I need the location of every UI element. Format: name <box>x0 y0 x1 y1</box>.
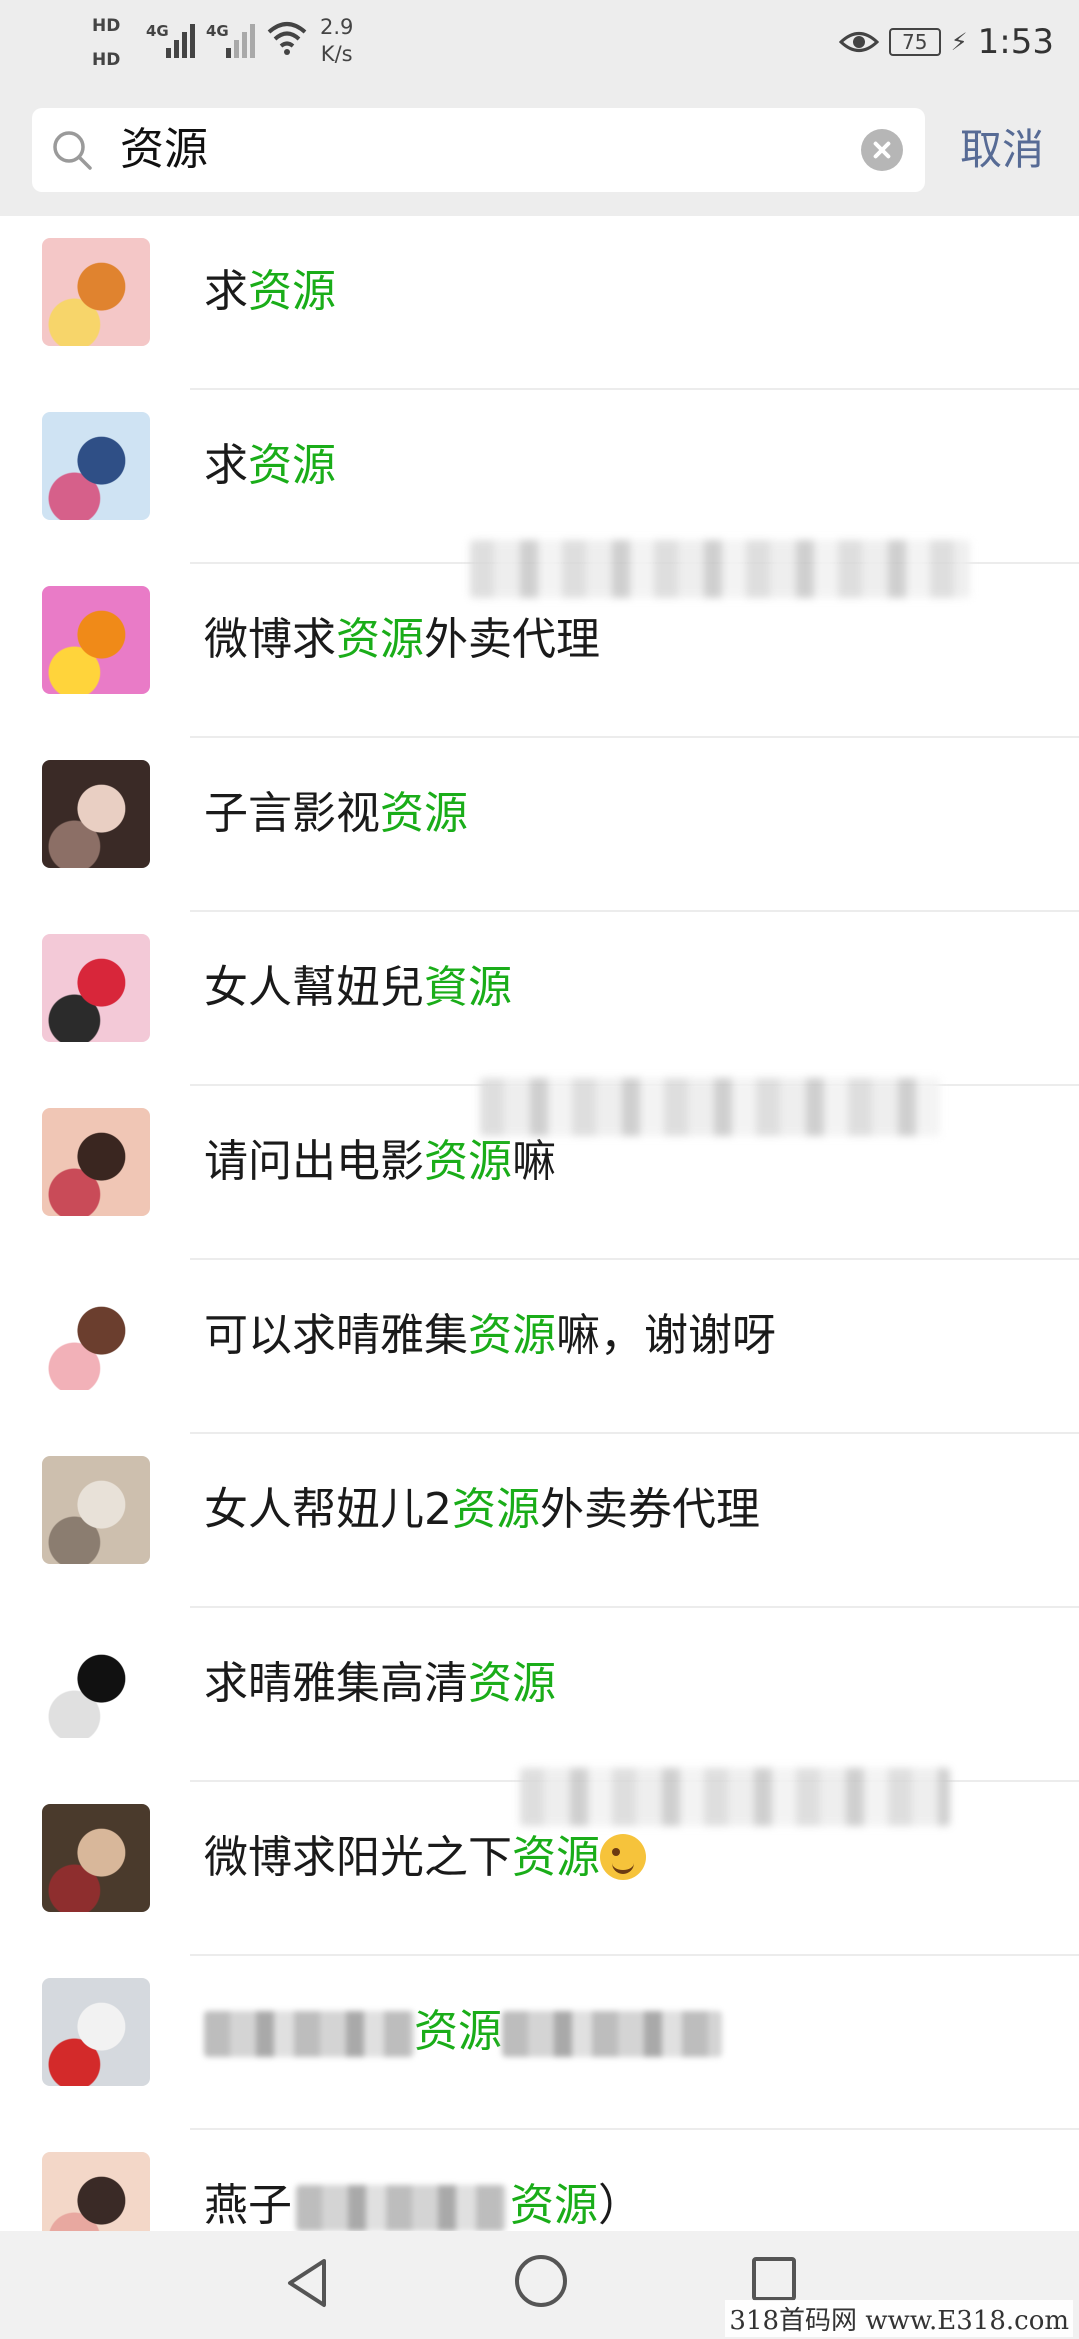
text-prefix: 子言影视 <box>204 788 380 839</box>
watermark: 318首码网 www.E318.com <box>725 2300 1073 2337</box>
text-prefix: 微博求 <box>204 614 336 665</box>
avatar <box>42 760 150 868</box>
highlight-text: 资源 <box>468 1658 556 1709</box>
result-title: 资源 <box>204 1956 722 2108</box>
highlight-text: 资源 <box>424 1136 512 1187</box>
text-suffix: 外卖代理 <box>424 614 600 665</box>
status-bar: HD HD 4G 4G 2.9 K/s 75 ⚡ 1:53 <box>0 0 1079 100</box>
blurred-text <box>502 2011 722 2057</box>
list-item[interactable]: 女人幫妞兒資源 <box>0 912 1079 1086</box>
result-title: 女人帮妞儿2资源外卖券代理 <box>204 1434 760 1586</box>
navigation-bar: 318首码网 www.E318.com <box>0 2231 1079 2339</box>
result-title: 求资源 <box>204 390 336 542</box>
highlight-text: 资源 <box>468 1310 556 1361</box>
avatar <box>42 586 150 694</box>
blurred-text <box>204 2011 414 2057</box>
text-prefix: 女人幫妞兒 <box>204 962 424 1013</box>
text-suffix: 外卖券代理 <box>540 1484 760 1535</box>
text-suffix: 嘛 <box>512 1136 556 1187</box>
highlight-text: 资源 <box>380 788 468 839</box>
redaction-mosaic <box>470 540 970 598</box>
highlight-text: 资源 <box>248 440 336 491</box>
highlight-text: 资源 <box>452 1484 540 1535</box>
hd-badge: HD <box>92 16 121 36</box>
avatar <box>42 238 150 346</box>
recent-apps-icon[interactable] <box>752 2257 796 2301</box>
list-item[interactable]: 求晴雅集高清资源 <box>0 1608 1079 1782</box>
network-speed: 2.9 K/s <box>320 15 354 66</box>
winking-face-emoji-icon <box>600 1834 646 1880</box>
hd-badge: HD <box>92 50 121 70</box>
avatar <box>42 1282 150 1390</box>
highlight-text: 资源 <box>512 1832 600 1883</box>
clock: 1:53 <box>977 22 1054 62</box>
eye-icon <box>838 32 879 52</box>
list-item[interactable]: 资源 <box>0 1956 1079 2130</box>
list-item[interactable]: 求资源 <box>0 216 1079 390</box>
avatar <box>42 1630 150 1738</box>
text-prefix: 请问出电影 <box>204 1136 424 1187</box>
clear-search-icon[interactable] <box>861 129 903 171</box>
avatar <box>42 412 150 520</box>
text-prefix: 求晴雅集高清 <box>204 1658 468 1709</box>
highlight-text: 资源 <box>510 2180 598 2231</box>
highlight-text: 资源 <box>414 2006 502 2057</box>
text-prefix: 女人帮妞儿2 <box>204 1484 452 1535</box>
list-item[interactable]: 可以求晴雅集资源嘛，谢谢呀 <box>0 1260 1079 1434</box>
result-title: 燕子 资源） <box>204 2130 642 2231</box>
back-icon[interactable] <box>282 2255 332 2311</box>
highlight-text: 资源 <box>248 266 336 317</box>
result-title: 女人幫妞兒資源 <box>204 912 512 1064</box>
list-item[interactable]: 求资源 <box>0 390 1079 564</box>
search-icon <box>53 131 92 170</box>
signal-icon: 4G <box>206 18 256 58</box>
highlight-text: 资源 <box>336 614 424 665</box>
cancel-button[interactable]: 取消 <box>960 108 1044 192</box>
list-item[interactable]: 子言影视资源 <box>0 738 1079 912</box>
search-results-list[interactable]: 求资源 求资源 微博求资源外卖代理 子言影视资源 女人幫妞兒資源 请问出电影资源嘛 可以求晴… <box>0 216 1079 2231</box>
avatar <box>42 1804 150 1912</box>
home-icon[interactable] <box>515 2255 567 2307</box>
search-box[interactable]: 资源 <box>32 108 925 192</box>
text-suffix: 嘛，谢谢呀 <box>556 1310 776 1361</box>
list-item[interactable]: 女人帮妞儿2资源外卖券代理 <box>0 1434 1079 1608</box>
text-suffix: ） <box>598 2180 642 2231</box>
blurred-text <box>296 2185 506 2231</box>
avatar <box>42 1108 150 1216</box>
battery-icon: 75 <box>888 28 941 56</box>
result-title: 子言影视资源 <box>204 738 468 890</box>
avatar <box>42 2152 150 2231</box>
result-title: 求晴雅集高清资源 <box>204 1608 556 1760</box>
text-prefix: 求 <box>204 266 248 317</box>
signal-icon: 4G <box>146 18 196 58</box>
avatar <box>42 1456 150 1564</box>
avatar <box>42 934 150 1042</box>
avatar <box>42 1978 150 2086</box>
highlight-text: 資源 <box>424 962 512 1013</box>
search-header: 资源 取消 <box>0 100 1079 216</box>
text-prefix: 微博求阳光之下 <box>204 1832 512 1883</box>
redaction-mosaic <box>480 1078 940 1136</box>
text-prefix: 可以求晴雅集 <box>204 1310 468 1361</box>
result-title: 求资源 <box>204 216 336 368</box>
search-input[interactable]: 资源 <box>120 108 208 192</box>
wifi-icon <box>267 22 307 55</box>
list-item[interactable]: 燕子 资源） <box>0 2130 1079 2231</box>
result-title: 可以求晴雅集资源嘛，谢谢呀 <box>204 1260 776 1412</box>
text-prefix: 燕子 <box>204 2180 292 2231</box>
text-prefix: 求 <box>204 440 248 491</box>
charging-icon: ⚡ <box>950 28 968 56</box>
redaction-mosaic <box>520 1768 950 1826</box>
